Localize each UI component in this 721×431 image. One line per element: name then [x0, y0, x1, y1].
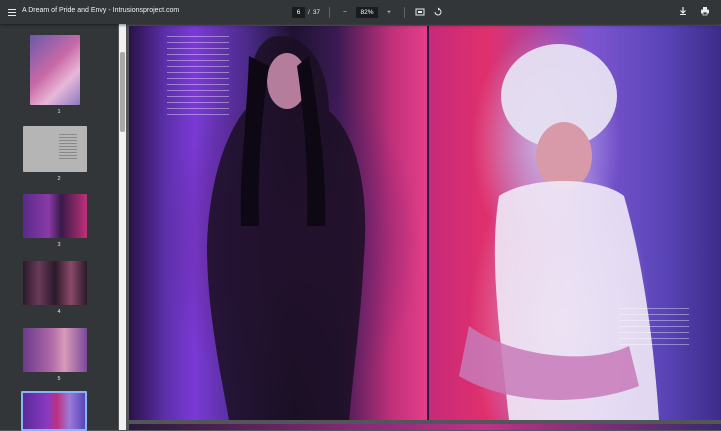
- pdf-toolbar: A Dream of Pride and Envy - Intrusionspr…: [0, 0, 721, 24]
- total-pages: 37: [312, 8, 321, 16]
- toolbar-actions: [677, 5, 711, 17]
- pdf-page: [129, 26, 721, 420]
- thumbnail-number: 2: [57, 176, 61, 182]
- menu-icon[interactable]: [5, 5, 19, 19]
- page-thumbnail[interactable]: [23, 328, 87, 372]
- page-thumbnail-active[interactable]: [21, 391, 87, 431]
- document-title: A Dream of Pride and Envy - Intrusionspr…: [22, 7, 180, 14]
- plus-icon[interactable]: +: [383, 6, 395, 18]
- page-zoom-controls: / 37 − +: [292, 5, 444, 19]
- page-text-block: [167, 36, 229, 116]
- sidebar-scrollbar[interactable]: [119, 24, 126, 430]
- thumbnail-number: 3: [57, 242, 61, 248]
- thumbnail-sidebar: 1 2 3 4 5: [0, 24, 118, 431]
- rotate-icon[interactable]: [432, 6, 444, 18]
- text-block-placeholder: [59, 134, 77, 160]
- print-icon[interactable]: [699, 5, 711, 17]
- figure-silhouette: [459, 44, 659, 420]
- photo-right: [429, 26, 721, 420]
- page-number-input[interactable]: [292, 6, 305, 18]
- scrollbar-thumb[interactable]: [120, 52, 125, 132]
- download-icon[interactable]: [677, 5, 689, 17]
- minus-icon[interactable]: −: [339, 6, 351, 18]
- page-thumbnail[interactable]: [23, 261, 87, 305]
- thumbnail-number: 5: [57, 376, 61, 382]
- page-separator: /: [308, 8, 310, 16]
- next-page-preview: [129, 424, 721, 430]
- document-viewer[interactable]: [126, 24, 721, 430]
- thumbnail-number: 1: [57, 109, 61, 115]
- zoom-input[interactable]: [356, 6, 379, 18]
- page-thumbnail[interactable]: [23, 126, 87, 172]
- page-text-block: [619, 308, 689, 350]
- page-thumbnail[interactable]: [30, 35, 80, 105]
- toolbar-divider: [404, 6, 406, 18]
- page-thumbnail[interactable]: [23, 194, 87, 238]
- fit-page-icon[interactable]: [414, 6, 426, 18]
- toolbar-divider: [329, 6, 331, 18]
- photo-left: [129, 26, 427, 420]
- thumbnail-number: 4: [57, 309, 61, 315]
